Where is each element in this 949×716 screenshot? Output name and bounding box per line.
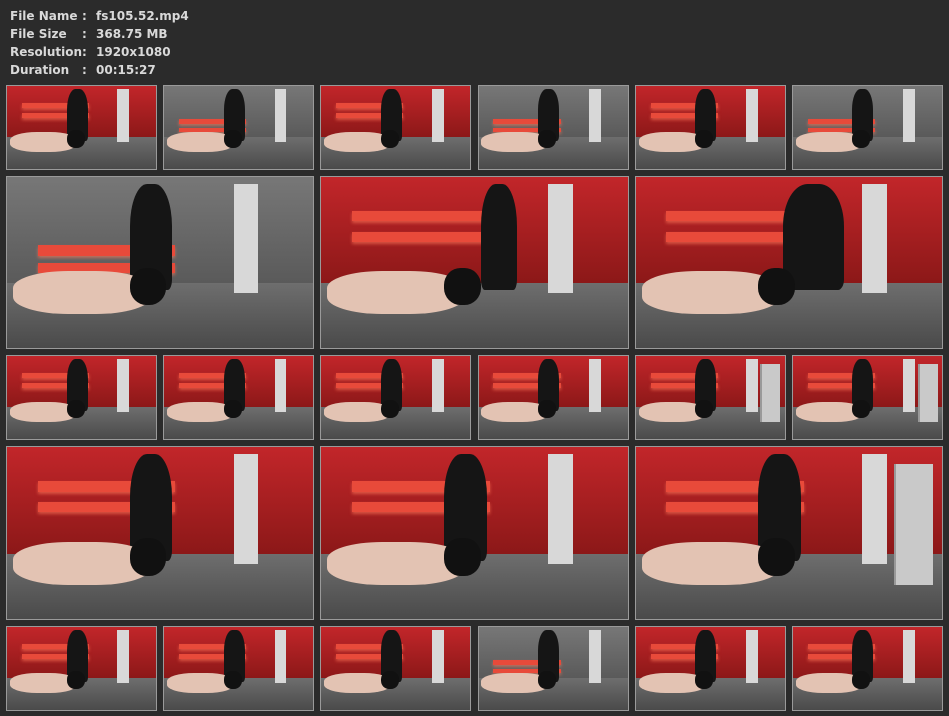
file-size-row: File Size:368.75 MB (10, 25, 189, 43)
thumbnail-mask (129, 267, 167, 306)
thumbnail-pillar (588, 359, 601, 413)
resolution-label: Resolution (10, 45, 83, 59)
thumbnail-pillar (117, 630, 130, 684)
video-thumbnail (634, 85, 786, 170)
video-thumbnail (791, 355, 943, 440)
thumbnail-pillar (548, 453, 573, 564)
video-thumbnail (634, 176, 943, 349)
thumbnail-mask (380, 129, 399, 149)
thumbnail-pillar (117, 359, 130, 413)
thumbnail-mask (852, 399, 871, 419)
video-thumbnail (6, 176, 315, 349)
thumbnail-mask (852, 129, 871, 149)
thumbnail-pillar (233, 183, 259, 294)
video-thumbnail (320, 85, 472, 170)
thumbnail-pillar (588, 630, 601, 684)
thumbnail-mask (852, 670, 871, 690)
thumbnail-mask (538, 399, 557, 419)
video-thumbnail (6, 355, 158, 440)
video-thumbnail (320, 626, 472, 711)
duration-label: Duration (10, 63, 70, 77)
thumbnail-mask (66, 670, 85, 690)
thumbnail-shelf2 (351, 231, 490, 242)
thumbnail-mask (758, 267, 795, 306)
thumbnail-mask (538, 129, 557, 149)
thumbnail-mirror (917, 364, 938, 423)
thumbnail-figure (782, 183, 844, 290)
thumbnail-mask (66, 399, 85, 419)
video-thumbnail (320, 355, 472, 440)
file-size-sep: : (82, 27, 87, 41)
thumbnail-mask (223, 399, 242, 419)
video-thumbnail (320, 446, 629, 620)
video-thumbnail (791, 85, 943, 170)
duration-sep: : (82, 63, 87, 77)
file-name-value: fs105.52.mp4 (96, 9, 189, 23)
file-name-row: File Name: fs105.52.mp4 (10, 7, 189, 25)
file-name-label: File Name (10, 9, 78, 23)
thumbnail-mirror (760, 364, 781, 423)
video-thumbnail (477, 626, 629, 711)
video-thumbnail (477, 355, 629, 440)
duration-row: Duration:00:15:27 (10, 61, 189, 79)
thumbnail-mask (695, 129, 714, 149)
thumbnail-pillar (274, 630, 287, 684)
thumbnail-pillar (233, 453, 259, 564)
video-thumbnail (477, 85, 629, 170)
thumbnail-pillar (274, 359, 287, 413)
thumbnail-shelf (351, 211, 490, 222)
thumbnail-mirror (894, 464, 933, 585)
video-thumbnail (163, 626, 315, 711)
thumbnail-pillar (903, 359, 916, 413)
file-name-sep: : (82, 9, 87, 23)
thumbnail-pillar (431, 359, 444, 413)
thumbnail-pillar (548, 183, 573, 294)
thumbnail-pillar (903, 630, 916, 684)
thumbnail-mask (380, 399, 399, 419)
thumbnail-mask (380, 670, 399, 690)
thumbnail-mask (129, 538, 167, 576)
thumbnail-mask (443, 267, 481, 306)
resolution-sep: : (82, 45, 87, 59)
thumbnail-pillar (746, 630, 758, 684)
thumbnail-pillar (431, 630, 444, 684)
thumbnail-mask (66, 129, 85, 149)
thumbnail-mask (758, 538, 795, 576)
thumbnail-mask (223, 129, 242, 149)
video-thumbnail (163, 355, 315, 440)
thumbnail-pillar (862, 183, 887, 294)
video-thumbnail (634, 355, 786, 440)
video-thumbnail (6, 626, 158, 711)
thumbnail-figure (480, 183, 518, 290)
thumbnail-pillar (274, 89, 287, 143)
thumbnail-pillar (862, 453, 887, 564)
thumbnail-pillar (903, 89, 916, 143)
thumbnail-pillar (588, 89, 601, 143)
video-thumbnail (634, 446, 943, 620)
thumbnail-pillar (117, 89, 130, 143)
resolution-value: 1920x1080 (96, 45, 171, 59)
file-size-value: 368.75 MB (96, 27, 168, 41)
thumbnail-pillar (746, 359, 758, 413)
thumbnail-pillar (431, 89, 444, 143)
resolution-row: Resolution: 1920x1080 (10, 43, 189, 61)
file-info: File Name: fs105.52.mp4 File Size:368.75 … (10, 7, 189, 79)
thumbnail-pillar (746, 89, 758, 143)
thumbnail-mask (223, 670, 242, 690)
video-thumbnail (634, 626, 786, 711)
thumbnail-mask (538, 670, 557, 690)
contact-sheet: File Name: fs105.52.mp4 File Size:368.75 … (0, 0, 949, 716)
video-thumbnail (163, 85, 315, 170)
thumbnail-mask (695, 670, 714, 690)
file-size-label: File Size (10, 27, 67, 41)
duration-value: 00:15:27 (96, 63, 156, 77)
thumbnail-wall (321, 177, 628, 284)
video-thumbnail (320, 176, 629, 349)
thumbnail-mask (443, 538, 481, 576)
video-thumbnail (791, 626, 943, 711)
thumbnail-mask (695, 399, 714, 419)
video-thumbnail (6, 446, 315, 620)
video-thumbnail (6, 85, 158, 170)
